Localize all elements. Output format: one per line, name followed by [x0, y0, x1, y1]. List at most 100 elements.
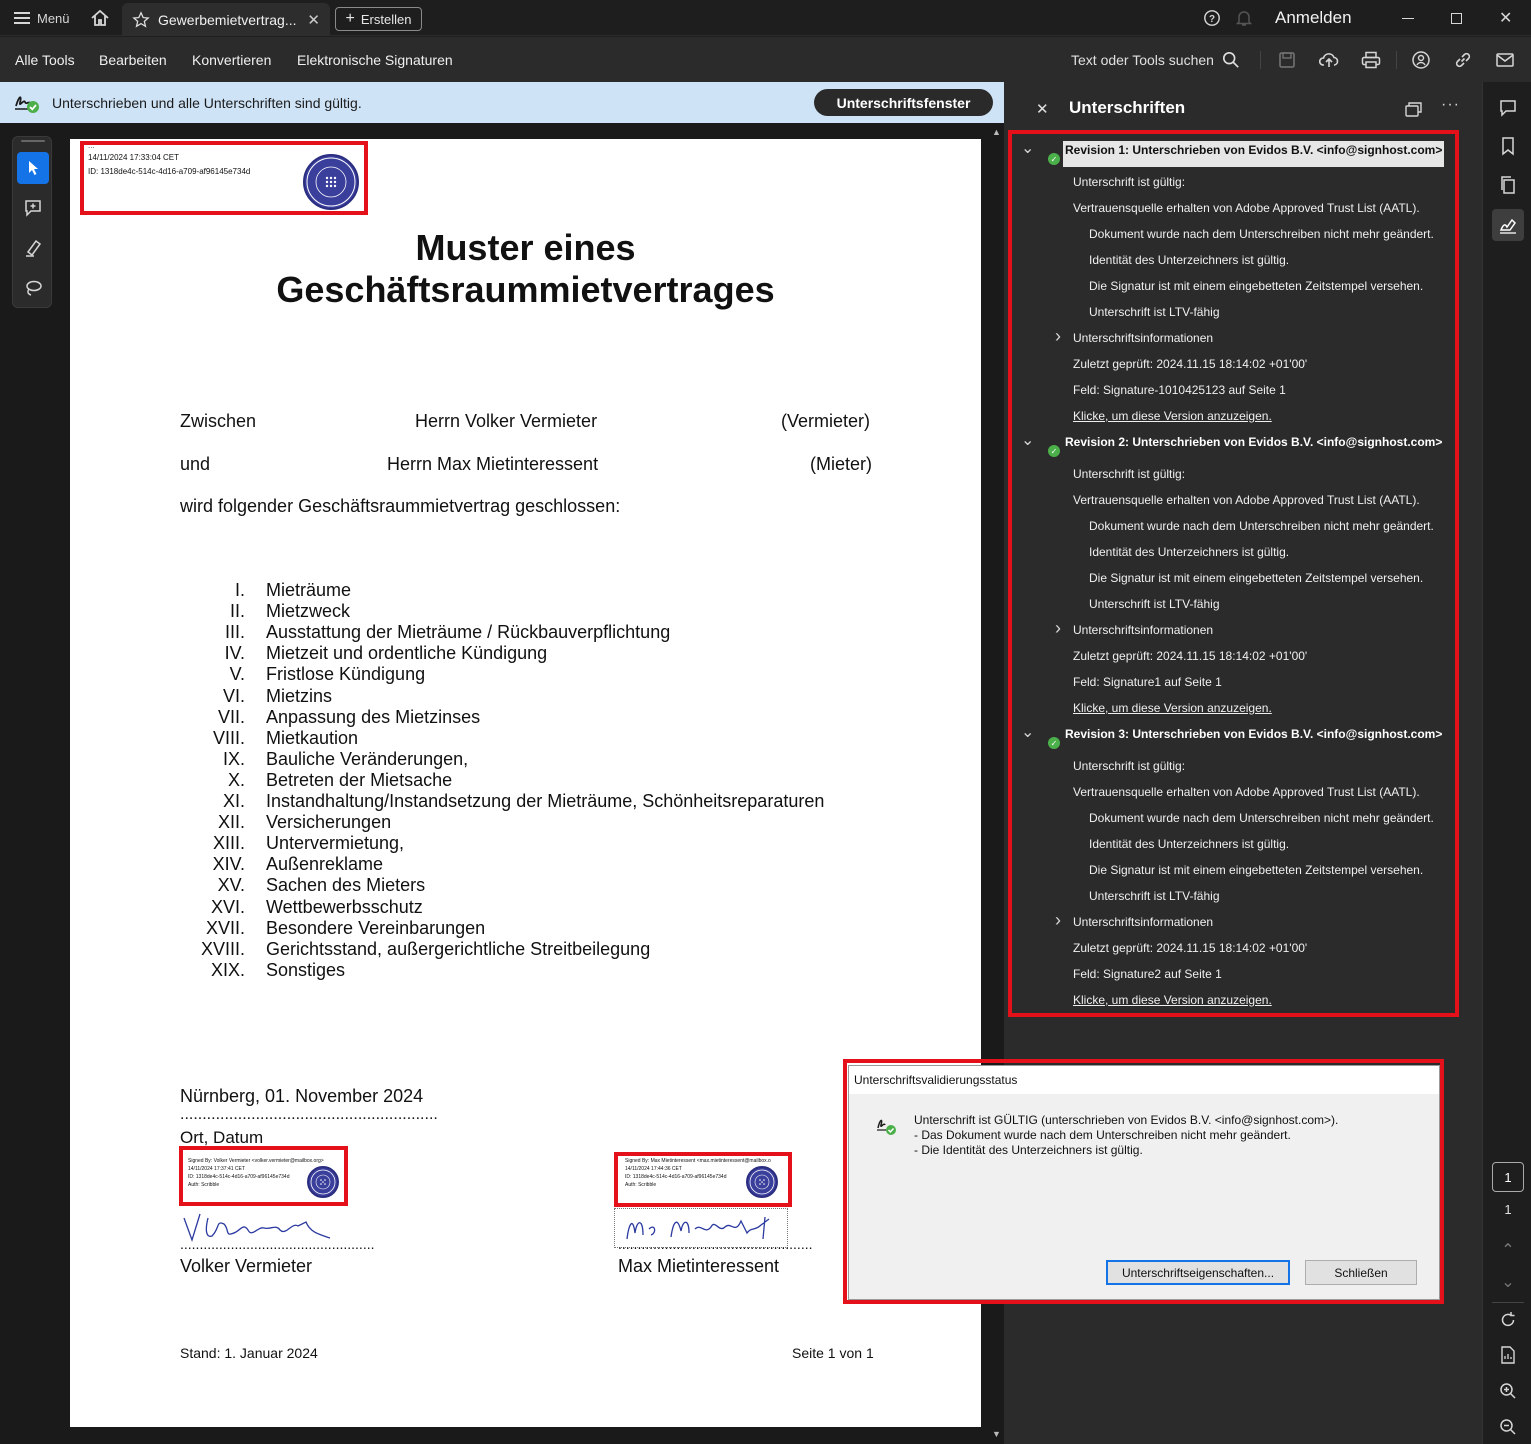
section-title: Wettbewerbsschutz [266, 897, 423, 917]
minimize-button[interactable] [1402, 0, 1414, 36]
sign-in-button[interactable]: Anmelden [1275, 0, 1352, 36]
signature-valid-icon [13, 90, 41, 114]
signatures-panel-button[interactable] [1492, 209, 1524, 241]
select-tool-button[interactable] [17, 152, 49, 184]
signature-panel-button[interactable]: Unterschriftsfenster [814, 89, 993, 116]
menu-button[interactable]: Menü [14, 0, 70, 36]
copy-link-button[interactable] [1450, 47, 1476, 73]
section-number: XI. [222, 791, 245, 811]
chevron-down-icon: ⌄ [1501, 1274, 1515, 1291]
sign-pen-icon [1499, 218, 1516, 234]
close-icon: ✕ [1499, 10, 1513, 27]
rail-divider [1492, 1302, 1524, 1303]
add-comment-button[interactable] [17, 192, 49, 224]
notification-message: Unterschrieben und alle Unterschriften s… [52, 94, 362, 111]
page-number-input[interactable]: 1 [1492, 1162, 1524, 1192]
toolbar-divider [1396, 51, 1397, 69]
section-title: Mietzeit und ordentliche Kündigung [266, 643, 548, 663]
upload-button[interactable] [1316, 47, 1342, 73]
section-number: XIX. [210, 960, 245, 980]
sign-dots-left: ........................................… [180, 1236, 375, 1252]
page-total: 1 [1504, 1202, 1512, 1217]
page-doc-icon [1501, 1346, 1515, 1364]
lasso-icon [26, 280, 42, 296]
party2-name: Herrn Max Mietinteressent [387, 454, 599, 474]
section-number: III. [224, 622, 245, 642]
party1-role: (Vermieter) [781, 411, 871, 431]
highlight-box-dialog [843, 1059, 1444, 1304]
home-button[interactable] [90, 0, 110, 36]
highlight-box-left-stamp [179, 1146, 348, 1206]
maximize-button[interactable] [1451, 0, 1462, 36]
close-panel-icon[interactable]: ✕ [1036, 100, 1049, 118]
document-title-line2: Geschäftsraummietvertrages [276, 269, 775, 310]
scroll-up-icon[interactable]: ▲ [992, 127, 1001, 137]
close-window-button[interactable]: ✕ [1499, 0, 1512, 36]
highlight-tool-button[interactable] [17, 232, 49, 264]
section-number: IX. [222, 749, 245, 769]
section-number: V. [229, 664, 245, 684]
rail-grip[interactable] [21, 140, 45, 142]
star-icon[interactable] [132, 10, 150, 29]
validate-all-icon [1405, 102, 1422, 117]
draw-tool-button[interactable] [17, 272, 49, 304]
place-date: Nürnberg, 01. November 2024 [180, 1086, 424, 1106]
notifications-button[interactable] [1236, 0, 1252, 36]
menu-convert[interactable]: Konvertieren [192, 37, 271, 82]
minimize-icon [1402, 17, 1414, 19]
document-title-line1: Muster eines [415, 227, 636, 268]
chevron-up-icon: ⌃ [1501, 1242, 1515, 1259]
print-icon [1361, 51, 1381, 69]
section-number: XII. [217, 812, 245, 832]
save-button[interactable] [1274, 47, 1300, 73]
signature-notification-bar: Unterschrieben und alle Unterschriften s… [0, 82, 1004, 123]
pages-icon [1501, 176, 1515, 194]
share-person-icon [1412, 51, 1430, 69]
menu-all-tools[interactable]: Alle Tools [15, 37, 75, 82]
rotate-button[interactable] [1493, 1305, 1523, 1335]
section-title: Betreten der Mietsache [266, 770, 453, 790]
section-title: Außenreklame [266, 854, 384, 874]
menu-edit[interactable]: Bearbeiten [99, 37, 167, 82]
email-button[interactable] [1492, 47, 1518, 73]
prev-page-button[interactable]: ⌃ [1493, 1235, 1523, 1265]
highlighter-icon [26, 239, 42, 257]
party2-label: und [180, 454, 211, 474]
page-extract-button[interactable] [1493, 1340, 1523, 1370]
tool-search-label: Text oder Tools suchen [1071, 51, 1214, 68]
bookmarks-panel-button[interactable] [1493, 131, 1523, 161]
save-icon [1279, 52, 1295, 68]
panel-options-button[interactable] [1404, 100, 1424, 123]
section-title: Fristlose Kündigung [266, 664, 426, 684]
zoom-out-icon [1500, 1419, 1516, 1435]
print-button[interactable] [1358, 47, 1384, 73]
menu-bar: Alle Tools Bearbeiten Konvertieren Elekt… [0, 37, 1531, 82]
sign-dots-right: ........................................… [618, 1236, 813, 1252]
section-number: VIII. [212, 728, 245, 748]
menu-e-signatures[interactable]: Elektronische Signaturen [297, 37, 453, 82]
section-title: Mieträume [266, 580, 352, 600]
section-title: Untervermietung, [266, 833, 405, 853]
plus-icon: + [345, 10, 355, 27]
section-number: IV. [224, 643, 245, 663]
zoom-out-button[interactable] [1493, 1412, 1523, 1442]
section-number: XIII. [212, 833, 245, 853]
mail-icon [1496, 53, 1514, 67]
document-tab[interactable]: Gewerbemietvertrag... ✕ [122, 3, 330, 36]
highlight-box-top-stamp [80, 141, 368, 215]
panel-title: Unterschriften [1069, 98, 1186, 117]
help-button[interactable]: ? [1203, 0, 1221, 36]
close-tab-icon[interactable]: ✕ [307, 11, 320, 29]
section-title: Versicherungen [266, 812, 392, 832]
create-button[interactable]: + Erstellen [335, 7, 422, 31]
more-options-icon[interactable]: ··· [1441, 96, 1460, 114]
link-icon [1455, 52, 1471, 68]
next-page-button[interactable]: ⌄ [1493, 1267, 1523, 1297]
tool-search[interactable]: Text oder Tools suchen [1071, 37, 1240, 82]
scroll-down-icon[interactable]: ▼ [992, 1429, 1001, 1439]
comments-panel-button[interactable] [1493, 93, 1523, 123]
zoom-in-button[interactable] [1493, 1376, 1523, 1406]
share-people-button[interactable] [1408, 47, 1434, 73]
pages-panel-button[interactable] [1493, 170, 1523, 200]
section-number: XIV. [212, 854, 245, 874]
